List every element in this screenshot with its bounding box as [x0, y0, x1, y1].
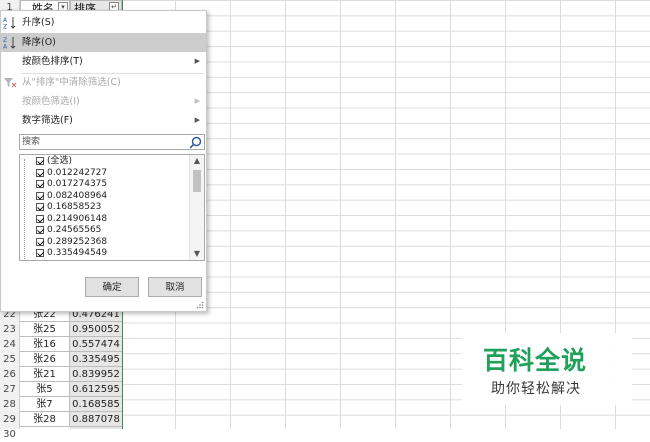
- list-scrollbar[interactable]: ▲ ▼: [189, 155, 204, 260]
- list-item-label: 0.16858523: [47, 202, 102, 212]
- menu-item-filter-by-color[interactable]: 按颜色筛选(I) ▶: [1, 92, 206, 111]
- sort-descending-icon: ZA: [3, 36, 17, 51]
- checkbox-checked[interactable]: [36, 226, 44, 234]
- ok-button[interactable]: 确定: [85, 277, 139, 297]
- scroll-down-icon[interactable]: ▼: [190, 248, 204, 260]
- row-number[interactable]: 30: [0, 427, 19, 442]
- menu-item-clear-filter[interactable]: 从"排序"中清除筛选(C): [1, 73, 206, 92]
- table-cell-name[interactable]: 张25: [20, 322, 70, 337]
- autofilter-dropdown-panel: AZ 升序(S) ZA 降序(O) 按颜色排序(T) ▶ 从"排序"中清除筛选(…: [0, 10, 207, 312]
- tree-line: [24, 159, 35, 259]
- list-item-label: 0.289252368: [47, 236, 108, 247]
- table-cell-name[interactable]: 张21: [20, 367, 70, 382]
- sort-ascending-icon: AZ: [3, 16, 17, 31]
- table-cell-value[interactable]: 0.950052: [70, 322, 122, 337]
- table-cell-value[interactable]: 0.335495: [70, 352, 122, 367]
- row-number[interactable]: 27: [0, 382, 19, 397]
- checkbox-checked[interactable]: [36, 180, 44, 188]
- row-number[interactable]: 28: [0, 397, 19, 412]
- menu-item-label: 按颜色筛选(I): [22, 96, 80, 107]
- checkbox-checked[interactable]: [36, 214, 44, 223]
- checkbox-checked[interactable]: [36, 249, 44, 257]
- svg-text:A: A: [3, 44, 8, 50]
- menu-item-label: 数字筛选(F): [22, 115, 73, 126]
- menu-item-label: 升序(S): [22, 17, 55, 28]
- search-input[interactable]: [22, 135, 182, 149]
- list-item-label: 0.214906148: [47, 213, 108, 224]
- filter-values-list[interactable]: (全选) 0.012242727 0.017274375 0.082408964…: [19, 154, 205, 261]
- menu-item-number-filters[interactable]: 数字筛选(F) ▶: [1, 111, 206, 130]
- search-icon[interactable]: [189, 136, 202, 149]
- row-number[interactable]: 26: [0, 367, 19, 382]
- table-cell-name[interactable]: 张28: [20, 412, 70, 427]
- menu-item-label: 降序(O): [22, 37, 56, 48]
- list-item-label: 0.082408964: [47, 190, 108, 201]
- watermark-subtitle: 助你轻松解决: [491, 381, 581, 397]
- submenu-arrow-icon: ▶: [194, 97, 200, 105]
- table-cell-name[interactable]: 张5: [20, 382, 70, 397]
- watermark-logo-text: 百科全说: [483, 346, 588, 375]
- filter-search-box[interactable]: [19, 134, 205, 150]
- table-cell-name[interactable]: 张7: [20, 397, 70, 412]
- menu-item-label: 按颜色排序(T): [22, 56, 83, 67]
- table-cell-value[interactable]: 0.557474: [70, 337, 122, 352]
- table-cell-value[interactable]: 0.887078: [70, 412, 122, 427]
- svg-text:Z: Z: [3, 24, 7, 30]
- row-number[interactable]: 23: [0, 322, 19, 337]
- table-cell-value[interactable]: 0.612595: [70, 382, 122, 397]
- menu-item-sort-by-color[interactable]: 按颜色排序(T) ▶: [1, 52, 206, 71]
- resize-grip-icon[interactable]: [196, 301, 204, 309]
- list-item-label: 0.017274375: [47, 179, 108, 189]
- checkbox-checked[interactable]: [36, 157, 44, 165]
- row-number[interactable]: 25: [0, 352, 19, 367]
- checkbox-checked[interactable]: [36, 191, 44, 200]
- table-cell-value[interactable]: 0.168585: [70, 397, 122, 412]
- row-number[interactable]: 24: [0, 337, 19, 352]
- clear-filter-icon: [3, 76, 17, 89]
- menu-item-sort-descending[interactable]: ZA 降序(O): [1, 33, 206, 52]
- list-item-label: 0.24565565: [47, 225, 102, 235]
- table-cell-name[interactable]: 张16: [20, 337, 70, 352]
- cancel-button[interactable]: 取消: [148, 277, 202, 297]
- submenu-arrow-icon: ▶: [194, 57, 200, 65]
- table-cell-value[interactable]: 0.839952: [70, 367, 122, 382]
- scrollbar-thumb[interactable]: [193, 170, 201, 192]
- checkbox-checked[interactable]: [36, 203, 44, 211]
- list-item-label: (全选): [47, 156, 73, 166]
- menu-item-label: 从"排序"中清除筛选(C): [22, 77, 121, 88]
- list-item-label: 0.012242727: [47, 167, 108, 178]
- row-number[interactable]: 29: [0, 412, 19, 427]
- checkbox-checked[interactable]: [36, 168, 44, 177]
- list-item-label: 0.335494549: [47, 248, 108, 258]
- checkbox-checked[interactable]: [36, 237, 44, 246]
- table-cell-name[interactable]: 张26: [20, 352, 70, 367]
- scroll-up-icon[interactable]: ▲: [190, 155, 204, 167]
- submenu-arrow-icon: ▶: [194, 116, 200, 124]
- menu-item-sort-ascending[interactable]: AZ 升序(S): [1, 13, 206, 32]
